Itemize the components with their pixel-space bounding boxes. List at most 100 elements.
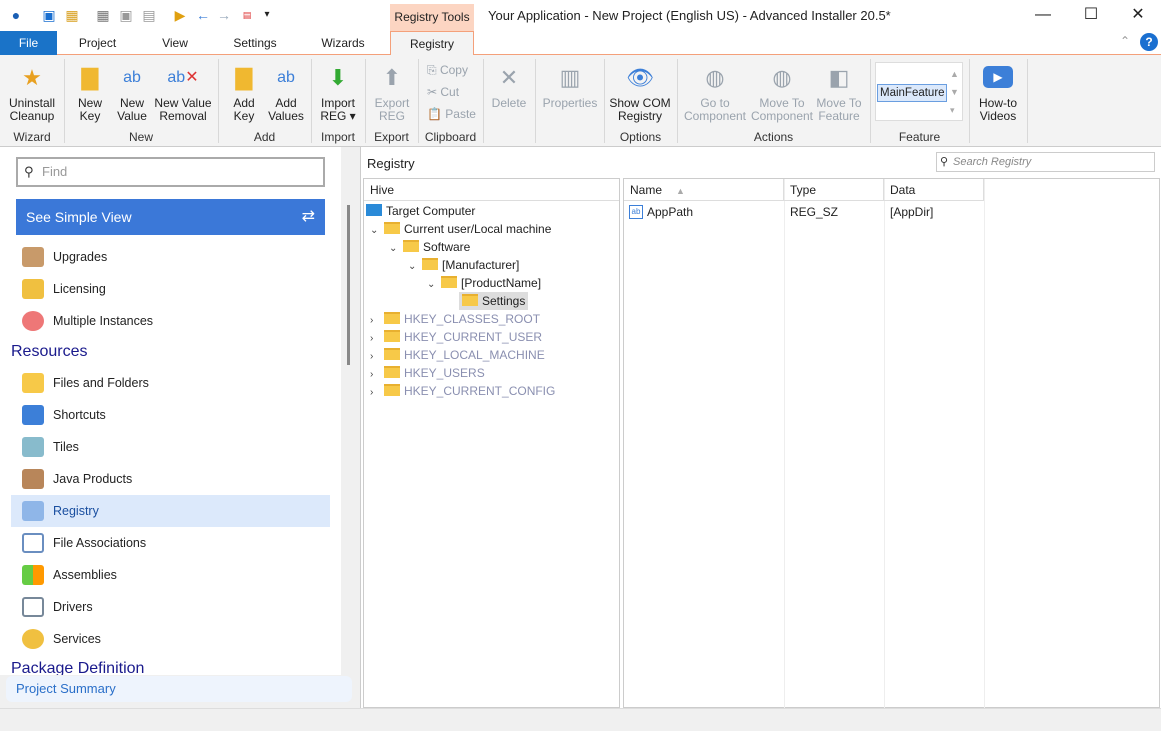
ribbon-tabs: File Project View Settings Wizards Regis… — [0, 31, 1161, 56]
sidebar-item-file-associations[interactable]: File Associations — [11, 527, 330, 559]
build-icon[interactable]: ▦ — [64, 7, 80, 23]
tool-icon[interactable]: ▤ — [141, 7, 157, 23]
sidebar-item-files-and-folders[interactable]: Files and Folders — [11, 367, 330, 399]
sidebar-item-services[interactable]: Services — [11, 623, 330, 655]
chevron-down-icon[interactable]: ⌄ — [389, 240, 403, 258]
new-value-button[interactable]: ab New Value — [112, 61, 152, 123]
show-com-registry-button[interactable]: 👁 Show COM Registry — [608, 61, 672, 123]
scrollbar-thumb[interactable] — [347, 205, 350, 365]
tab-file[interactable]: File — [0, 31, 57, 55]
tree-node-productname[interactable]: ⌄ [ProductName] — [427, 274, 541, 292]
new-value-removal-button[interactable]: ab ✕ New Value Removal — [153, 61, 213, 123]
project-summary-link[interactable]: Project Summary — [6, 676, 352, 702]
folder-icon — [384, 312, 400, 324]
customize-dropdown-icon[interactable]: ▾ — [259, 7, 275, 23]
sidebar-item-java-products[interactable]: Java Products — [11, 463, 330, 495]
back-icon[interactable]: ← — [195, 7, 211, 23]
column-divider — [884, 179, 885, 709]
tree-node-hkey-users[interactable]: › HKEY_USERS — [370, 364, 485, 382]
search-icon: ⚲ — [940, 156, 949, 168]
tab-registry[interactable]: Registry — [390, 31, 474, 56]
group-label-import: Import — [320, 130, 355, 144]
chevron-down-icon[interactable]: ⌄ — [408, 258, 422, 276]
move-to-feature-button[interactable]: ◧ Move To Feature — [814, 61, 864, 123]
tree-node-current-user-local-machine[interactable]: ⌄ Current user/Local machine — [370, 220, 551, 238]
help-icon[interactable]: ? — [1140, 33, 1158, 51]
search-icon: ⚲ — [24, 164, 34, 179]
folder-icon — [403, 240, 419, 252]
tab-project[interactable]: Project — [65, 31, 130, 55]
new-key-button[interactable]: ▇ New Key — [70, 61, 110, 123]
context-tab-registry-tools: Registry Tools — [390, 4, 474, 31]
gallery-scroll-icon[interactable]: ▲ ▼ ▾ — [950, 65, 959, 119]
cell-data: [AppDir] — [890, 205, 934, 219]
add-values-button[interactable]: ab Add Values — [266, 61, 306, 123]
tab-view[interactable]: View — [145, 31, 205, 55]
tree-node-settings[interactable]: Settings — [459, 292, 529, 310]
sidebar-item-multiple-instances[interactable]: Multiple Instances — [11, 305, 330, 337]
rebuild-icon[interactable]: ▦ — [95, 7, 111, 23]
tree-node-hkey-current-config[interactable]: › HKEY_CURRENT_CONFIG — [370, 382, 555, 400]
sidebar-item-upgrades[interactable]: Upgrades — [11, 241, 330, 273]
chevron-down-icon[interactable]: ⌄ — [427, 276, 441, 294]
close-button[interactable]: ✕ — [1118, 4, 1158, 26]
copy-button[interactable]: ⎘ Copy — [427, 63, 468, 78]
column-header-name[interactable]: Name ▲ — [624, 179, 784, 201]
minimize-button[interactable]: — — [1023, 4, 1063, 26]
cut-button[interactable]: ✂ Cut — [427, 85, 459, 99]
save-icon[interactable]: ▣ — [41, 7, 57, 23]
folder-icon — [384, 348, 400, 360]
separator — [969, 59, 970, 143]
properties-button[interactable]: ▥ Properties — [539, 61, 601, 110]
table-row[interactable]: ab AppPath REG_SZ [AppDir] — [624, 203, 984, 221]
tree-node-hkey-local-machine[interactable]: › HKEY_LOCAL_MACHINE — [370, 346, 545, 364]
import-reg-button[interactable]: ⬇ Import REG ▾ — [316, 61, 360, 123]
ab-x-icon: ab ✕ — [167, 68, 199, 86]
sidebar-item-licensing[interactable]: Licensing — [11, 273, 330, 305]
calendar-icon[interactable]: ▤ — [239, 7, 255, 23]
tab-wizards[interactable]: Wizards — [308, 31, 378, 55]
run-icon[interactable]: ▶ — [172, 7, 188, 23]
tree-node-manufacturer[interactable]: ⌄ [Manufacturer] — [408, 256, 519, 274]
wand-icon: ★ — [22, 64, 42, 90]
see-simple-view-button[interactable]: See Simple View ⇄ — [16, 199, 325, 235]
paste-button[interactable]: 📋 Paste — [427, 107, 476, 121]
cell-type: REG_SZ — [790, 205, 839, 219]
group-label-options: Options — [619, 130, 662, 144]
collapse-ribbon-icon[interactable]: ⌃ — [1120, 34, 1130, 48]
services-icon — [22, 629, 44, 649]
feature-item-mainfeature[interactable]: MainFeature — [877, 84, 947, 102]
sidebar-scrollbar[interactable] — [341, 147, 360, 675]
assemblies-icon — [22, 565, 44, 585]
java-icon — [22, 469, 44, 489]
tab-settings[interactable]: Settings — [220, 31, 290, 55]
tree-node-hkey-classes-root[interactable]: › HKEY_CLASSES_ROOT — [370, 310, 540, 328]
column-header-type[interactable]: Type — [784, 179, 884, 201]
delete-button[interactable]: ✕ Delete — [487, 61, 531, 110]
how-to-videos-button[interactable]: ▶ How-to Videos — [973, 61, 1023, 123]
column-header-data[interactable]: Data — [884, 179, 984, 201]
search-registry-input[interactable]: ⚲ Search Registry — [936, 152, 1155, 172]
chevron-down-icon[interactable]: ⌄ — [370, 222, 384, 240]
chevron-right-icon[interactable]: › — [370, 384, 384, 402]
tree-node-hkey-current-user[interactable]: › HKEY_CURRENT_USER — [370, 328, 542, 346]
sidebar-item-drivers[interactable]: Drivers — [11, 591, 330, 623]
tree-node-target-computer[interactable]: Target Computer — [366, 202, 475, 220]
forward-icon[interactable]: → — [216, 7, 232, 23]
save-disabled-icon[interactable]: ▣ — [118, 7, 134, 23]
sidebar-item-shortcuts[interactable]: Shortcuts — [11, 399, 330, 431]
sidebar-item-tiles[interactable]: Tiles — [11, 431, 330, 463]
export-reg-button[interactable]: ⬆ Export REG — [370, 61, 414, 123]
uninstall-cleanup-button[interactable]: ★ Uninstall Cleanup — [4, 61, 60, 123]
maximize-button[interactable]: ☐ — [1071, 4, 1111, 26]
sidebar-item-assemblies[interactable]: Assemblies — [11, 559, 330, 591]
go-to-component-button[interactable]: ◍ Go to Component — [683, 61, 747, 123]
multiple-instances-icon — [22, 311, 44, 331]
add-key-button[interactable]: ▇ Add Key — [224, 61, 264, 123]
feature-gallery[interactable]: MainFeature ▲ ▼ ▾ — [875, 62, 963, 121]
app-logo-icon[interactable]: ● — [8, 7, 24, 23]
find-input[interactable]: ⚲ Find — [16, 157, 325, 187]
tree-node-software[interactable]: ⌄ Software — [389, 238, 470, 256]
move-to-component-button[interactable]: ◍ Move To Component — [750, 61, 814, 123]
sidebar-item-registry[interactable]: Registry — [11, 495, 330, 527]
